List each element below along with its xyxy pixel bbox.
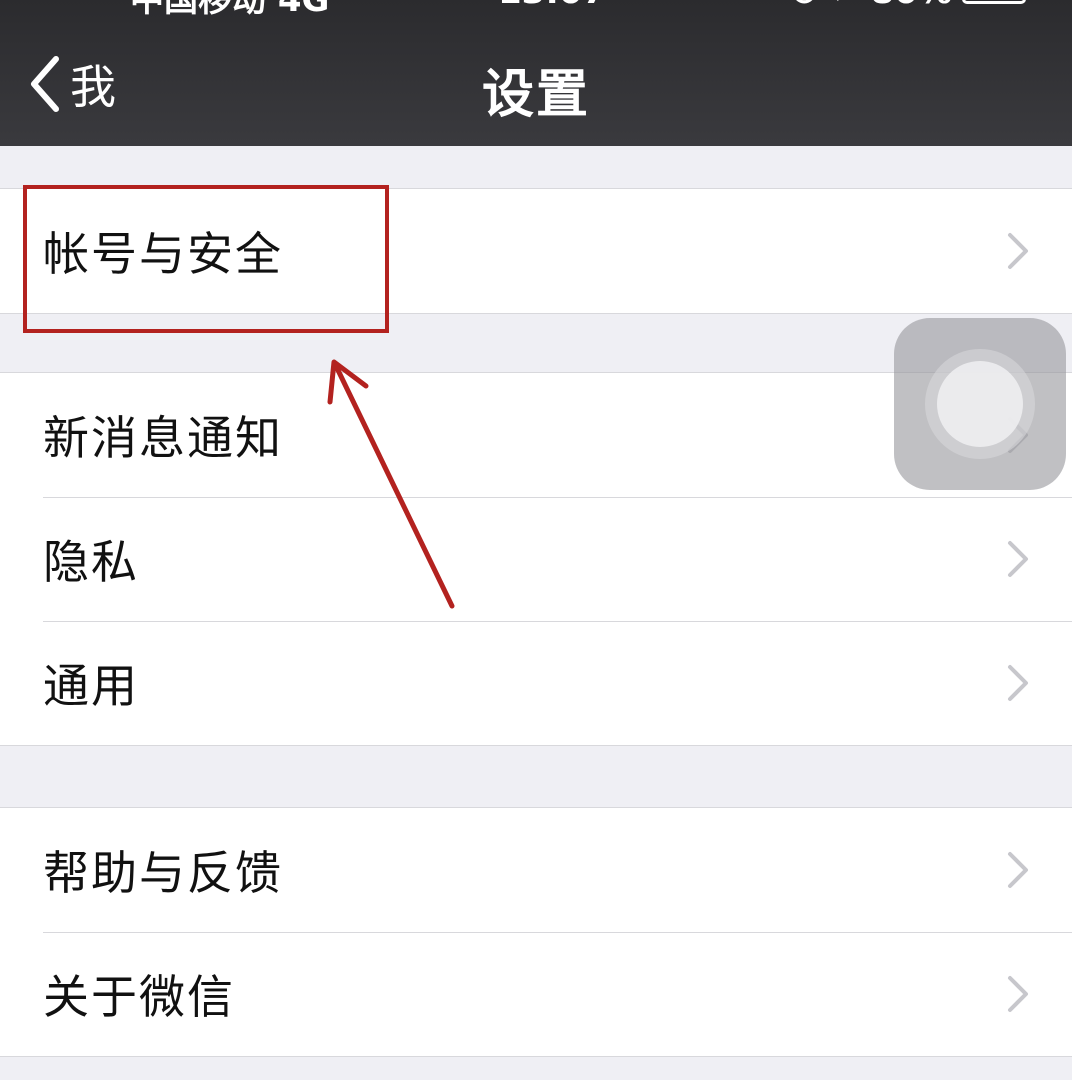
status-time: 13:07: [498, 0, 606, 12]
chevron-right-icon: [1006, 663, 1030, 707]
cell-label: 关于微信: [43, 970, 235, 1024]
chevron-right-icon: [1006, 974, 1030, 1018]
chevron-right-icon: [1006, 539, 1030, 583]
carrier-label: 中国移动 4G: [130, 0, 330, 20]
assistive-touch-center: [937, 361, 1023, 447]
status-bar: 中国移动 4G 13:07 ⊙ ↗ 80% ⚡: [0, 0, 1072, 20]
highlight-box: [23, 185, 389, 333]
cell-privacy[interactable]: 隐私: [0, 497, 1072, 621]
charging-icon: ⚡: [1044, 0, 1065, 7]
assistive-touch-button[interactable]: [894, 318, 1066, 490]
cell-label: 帮助与反馈: [43, 846, 283, 900]
cell-about-wechat[interactable]: 关于微信: [0, 932, 1072, 1056]
cell-general[interactable]: 通用: [0, 621, 1072, 745]
settings-group-about: 帮助与反馈 关于微信: [0, 807, 1072, 1057]
status-indicators: ⊙ ↗ 80%: [790, 0, 952, 12]
annotation-arrow-icon: [327, 359, 455, 609]
page-title: 设置: [481, 65, 590, 125]
chevron-right-icon: [1006, 850, 1030, 894]
cell-label: 隐私: [43, 535, 139, 589]
battery-icon: [962, 0, 1026, 4]
chevron-right-icon: [1006, 231, 1030, 275]
cell-label: 新消息通知: [43, 411, 283, 465]
navigation-bar: 中国移动 4G 13:07 ⊙ ↗ 80% ⚡ 我 设置: [0, 0, 1072, 146]
cell-help-feedback[interactable]: 帮助与反馈: [0, 808, 1072, 932]
cell-label: 通用: [43, 659, 139, 713]
